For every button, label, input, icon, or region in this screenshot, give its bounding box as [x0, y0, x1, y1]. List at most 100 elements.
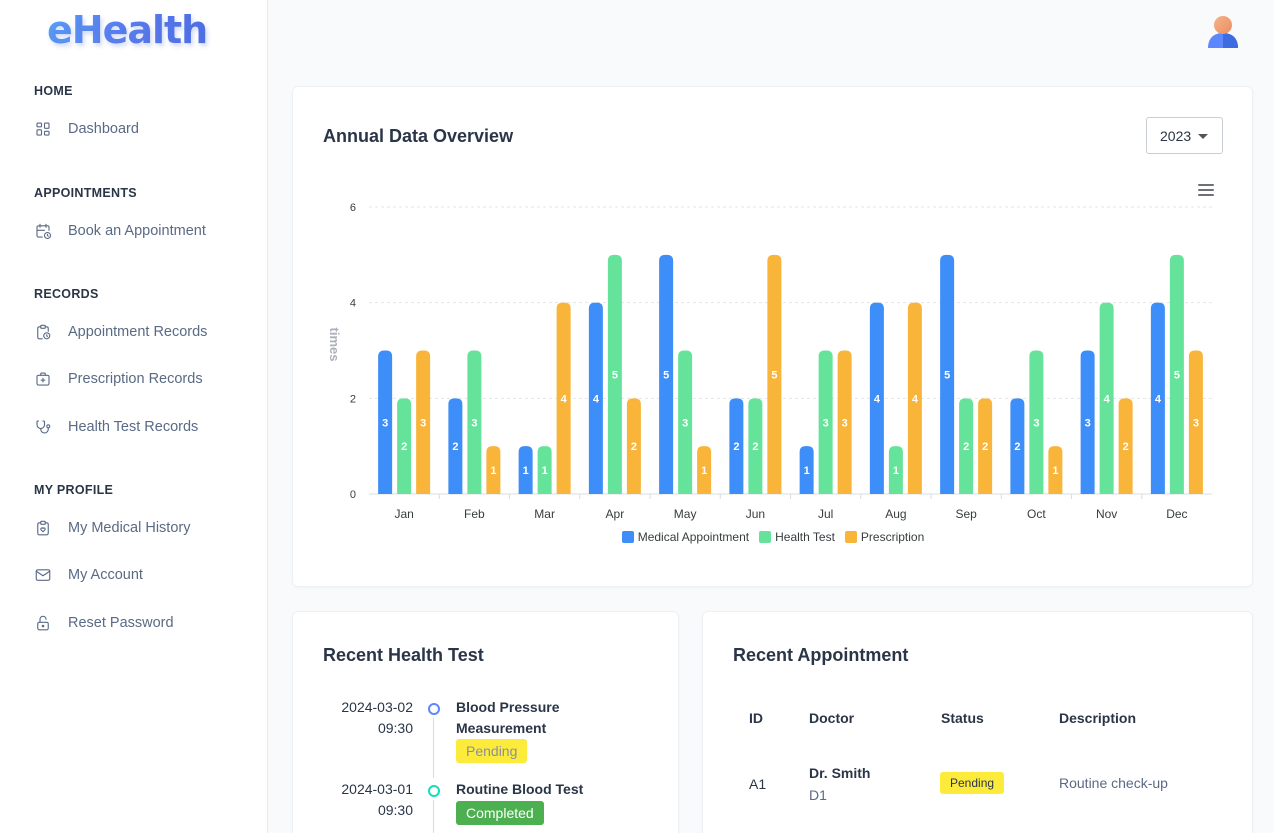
recent-appointment-title: Recent Appointment	[733, 645, 909, 665]
nav-section-my-profile: MY PROFILE	[34, 483, 114, 497]
bar-data-label: 1	[804, 465, 810, 477]
sidebar-item-prescription-records[interactable]: Prescription Records	[34, 367, 203, 391]
y-tick-label: 2	[350, 393, 356, 405]
column-header-description: Description	[1059, 710, 1137, 726]
sidebar: eHealth HOME Dashboard APPOINTMENTS Book…	[0, 0, 268, 833]
column-header-id: ID	[749, 710, 763, 726]
legend-swatch	[621, 531, 634, 543]
bar-data-label: 2	[401, 441, 407, 453]
legend-swatch	[844, 531, 857, 543]
bar-data-label: 3	[382, 417, 388, 429]
sidebar-item-label: Book an Appointment	[68, 223, 206, 239]
bar-data-label: 3	[471, 417, 477, 429]
bar-data-label: 5	[944, 369, 950, 381]
annual-overview-card: Annual Data Overview 2023 0 2 4 6 times Jan 3 2…	[292, 86, 1253, 587]
timeline-time: 09:30	[377, 802, 413, 818]
clipboard-heart-icon	[34, 519, 52, 537]
nav-section-records: RECORDS	[34, 287, 99, 301]
sidebar-item-reset-password[interactable]: Reset Password	[34, 611, 174, 635]
bar-data-label: 2	[982, 441, 988, 453]
sidebar-item-medical-history[interactable]: My Medical History	[34, 516, 190, 540]
bar-data-label: 3	[842, 417, 848, 429]
x-tick-label: Nov	[1096, 507, 1117, 521]
bar-data-label: 1	[490, 465, 496, 477]
bar-data-label: 3	[823, 417, 829, 429]
clipboard-clock-icon	[34, 323, 52, 341]
sidebar-item-appointment-records[interactable]: Appointment Records	[34, 320, 207, 344]
bar-data-label: 2	[631, 441, 637, 453]
timeline-connector	[433, 718, 434, 778]
x-tick-label: Jul	[818, 507, 833, 521]
nav-section-home: HOME	[34, 84, 73, 98]
x-tick-label: Mar	[534, 507, 555, 521]
sidebar-item-label: Appointment Records	[68, 324, 208, 340]
x-tick-label: May	[674, 507, 697, 521]
bar-data-label: 2	[1123, 441, 1129, 453]
column-header-status: Status	[941, 710, 984, 726]
sidebar-item-label: My Account	[68, 567, 143, 583]
bar-data-label: 2	[733, 441, 739, 453]
bar-data-label: 4	[1104, 393, 1111, 405]
bar-data-label: 1	[1052, 465, 1058, 477]
timeline-test-name[interactable]: Blood Pressure Measurement	[456, 697, 596, 739]
bar-data-label: 1	[893, 465, 899, 477]
doctor-id: D1	[809, 787, 827, 803]
bar-data-label: 3	[420, 417, 426, 429]
bar-data-label: 4	[1155, 393, 1162, 405]
user-avatar-icon	[1208, 16, 1238, 48]
x-tick-label: Dec	[1166, 507, 1187, 521]
legend-label: Medical Appointment	[637, 530, 750, 544]
status-badge: Pending	[456, 739, 528, 763]
calendar-clock-icon	[34, 222, 52, 240]
bar-data-label: 1	[523, 465, 529, 477]
recent-health-test-title: Recent Health Test	[323, 645, 484, 665]
sidebar-item-book-appointment[interactable]: Book an Appointment	[34, 219, 206, 243]
sidebar-item-dashboard[interactable]: Dashboard	[34, 117, 139, 141]
app-logo[interactable]: eHealth	[47, 8, 208, 52]
bar-data-label: 4	[561, 393, 568, 405]
timeline-time: 09:30	[377, 720, 413, 736]
bar-data-label: 1	[542, 465, 548, 477]
bar-data-label: 2	[1014, 441, 1020, 453]
recent-appointment-card: Recent Appointment ID Doctor Status Desc…	[702, 611, 1253, 833]
legend-item[interactable]: Prescription	[844, 530, 925, 544]
bar-data-label: 3	[1193, 417, 1199, 429]
recent-health-test-card: Recent Health Test 2024-03-02 09:30 Bloo…	[292, 611, 679, 833]
column-header-doctor: Doctor	[809, 710, 855, 726]
stethoscope-icon	[34, 418, 52, 436]
appointment-description: Routine check-up	[1059, 775, 1168, 791]
sidebar-item-my-account[interactable]: My Account	[34, 563, 143, 587]
mail-icon	[34, 566, 52, 584]
timeline-datetime: 2024-03-02 09:30	[313, 697, 413, 739]
bar-data-label: 3	[682, 417, 688, 429]
nav-section-appointments: APPOINTMENTS	[34, 186, 137, 200]
timeline-date: 2024-03-02	[341, 699, 413, 715]
legend-swatch	[759, 531, 772, 543]
bar-data-label: 5	[612, 369, 618, 381]
timeline-dot	[428, 785, 440, 797]
legend-item[interactable]: Medical Appointment	[621, 530, 750, 544]
legend-label: Health Test	[775, 530, 835, 544]
timeline-connector	[433, 800, 434, 833]
bar-data-label: 4	[912, 393, 919, 405]
x-tick-label: Sep	[955, 507, 977, 521]
y-axis-label: times	[327, 328, 342, 362]
sidebar-item-label: Health Test Records	[68, 419, 199, 435]
sidebar-item-health-test-records[interactable]: Health Test Records	[34, 415, 198, 439]
bar-data-label: 3	[1033, 417, 1039, 429]
status-badge: Pending	[940, 772, 1005, 794]
legend-label: Prescription	[860, 530, 925, 544]
timeline-test-name[interactable]: Routine Blood Test	[456, 779, 596, 800]
sidebar-item-label: Reset Password	[68, 615, 174, 631]
bar-data-label: 2	[963, 441, 969, 453]
bar-data-label: 2	[752, 441, 758, 453]
doctor-name: Dr. Smith	[809, 765, 871, 781]
user-avatar[interactable]	[1206, 14, 1240, 50]
x-tick-label: Jun	[746, 507, 765, 521]
bar-data-label: 5	[663, 369, 669, 381]
annual-bar-chart: 0246timesJan323Feb231Mar1 14Apr452May531J…	[327, 202, 1212, 521]
bar-data-label: 5	[1174, 369, 1180, 381]
dashboard-icon	[34, 120, 52, 138]
legend-item[interactable]: Health Test	[759, 530, 835, 544]
timeline-datetime: 2024-03-01 09:30	[313, 779, 413, 821]
